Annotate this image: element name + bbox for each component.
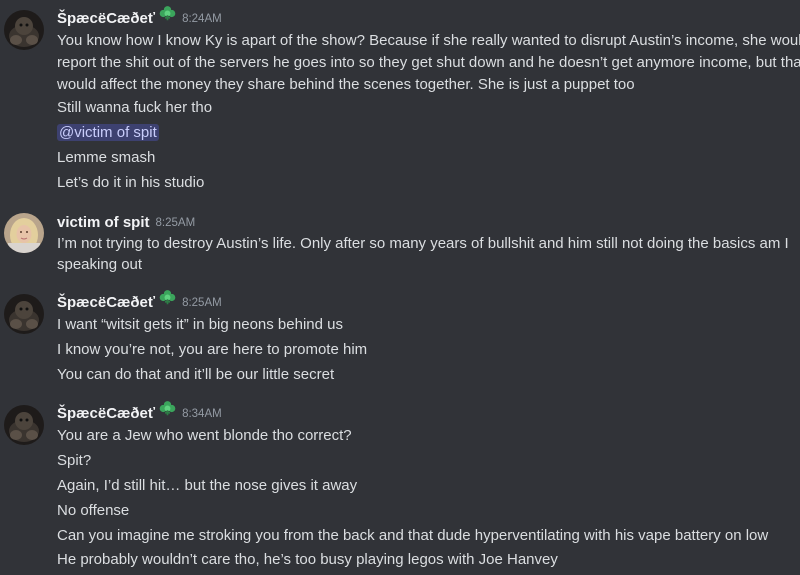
message-line: @victim of spit (57, 122, 797, 144)
timestamp: 8:25AM (155, 217, 196, 229)
message-text: Can you imagine me stroking you from the… (57, 527, 769, 544)
username[interactable]: victim of spit (57, 214, 150, 231)
message-text: speaking out (57, 256, 143, 273)
avatar[interactable] (4, 294, 44, 334)
chat-message-list: ŠpæcëCæðeť 8:24AM You know how I know Ky … (0, 0, 800, 575)
message-text: No offense (57, 502, 130, 519)
message-header: ŠpæcëCæðeť 8:34AM (57, 400, 222, 425)
username[interactable]: ŠpæcëCæðeť (57, 405, 155, 422)
message-text: I’m not trying to destroy Austin’s life.… (57, 235, 789, 252)
message-text: Again, I’d still hit… but the nose gives… (57, 477, 358, 494)
green-flower-icon (159, 5, 176, 29)
message-header: ŠpæcëCæðeť 8:25AM (57, 289, 222, 314)
timestamp: 8:24AM (182, 13, 222, 25)
message-text: I want “witsit gets it” in big neons beh… (57, 316, 343, 333)
user-mention[interactable]: @victim of spit (57, 124, 159, 141)
message-text: Lemme smash (57, 149, 156, 166)
message-text: You are a Jew who went blonde tho correc… (57, 427, 352, 444)
message-text: You know how I know Ky is apart of the s… (57, 32, 800, 49)
avatar[interactable] (4, 405, 44, 445)
timestamp: 8:25AM (182, 297, 222, 309)
message-text: He probably wouldn’t care tho, he’s too … (57, 551, 558, 568)
message-text: would affect the money they share behind… (57, 76, 635, 93)
message-text: Let’s do it in his studio (57, 174, 205, 191)
message-text: Still wanna fuck her tho (57, 99, 213, 116)
username[interactable]: ŠpæcëCæðeť (57, 10, 155, 27)
message-text: I know you’re not, you are here to promo… (57, 341, 368, 358)
message-header: victim of spit 8:25AM (57, 212, 195, 234)
green-flower-icon (159, 400, 176, 424)
green-flower-icon (159, 289, 176, 313)
avatar[interactable] (4, 10, 44, 50)
message-header: ŠpæcëCæðeť 8:24AM (57, 5, 222, 30)
username[interactable]: ŠpæcëCæðeť (57, 294, 155, 311)
timestamp: 8:34AM (182, 408, 222, 420)
message-text: Spit? (57, 452, 92, 469)
avatar[interactable] (4, 213, 44, 253)
message-text: You can do that and it’ll be our little … (57, 366, 335, 383)
message-text: report the shit out of the servers he go… (57, 54, 800, 71)
